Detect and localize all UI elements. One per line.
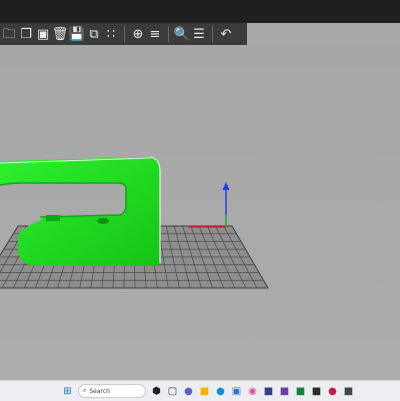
undo-button[interactable]: ↶ [218,25,234,43]
excel-taskbar-button[interactable]: ■ [294,385,307,398]
save-icon: 💾 [68,26,86,42]
taskbar-search[interactable]: ⌕ Search [78,384,146,398]
window-top-strip [0,0,400,23]
widgets-taskbar-button[interactable]: ⬢ [150,385,163,398]
zoom-icon: 🔍 [173,26,191,42]
3d-viewport[interactable] [0,45,400,380]
copy-icon: ❐ [20,26,32,42]
delete-button[interactable]: 🗑 [51,25,69,43]
app2-icon: ■ [311,385,322,397]
store-icon: ▣ [231,385,242,397]
open-project-button[interactable]: 🗀 [1,25,17,43]
layers-icon: ☰ [193,26,205,42]
file-explorer-taskbar-button[interactable]: ■ [198,385,211,398]
move-button[interactable]: ⊕ [130,25,146,43]
app-icon: ■ [263,385,274,397]
raspberry-icon: ● [328,385,337,397]
raspberry-taskbar-button[interactable]: ● [326,385,339,398]
taskbar-apps: ⬢ ▢ ● ■ ● ▣ ◉ ■ ■ ■ ■ ● ■ [150,385,355,398]
copy-button[interactable]: ❐ [18,25,34,43]
delete-icon: 🗑 [51,26,69,42]
slicer-icon: ■ [279,385,290,397]
open-project-icon: 🗀 [2,26,16,42]
slicer-taskbar-button[interactable]: ■ [278,385,291,398]
widgets-icon: ⬢ [152,385,161,397]
align-icon: ≡ [149,26,161,42]
start-button[interactable]: ⊞ [61,385,74,398]
save-button[interactable]: 💾 [69,25,85,43]
grid-button[interactable]: ∷ [103,25,119,43]
layers-button[interactable]: ☰ [191,25,207,43]
grid-icon: ∷ [106,26,116,42]
app-taskbar-button[interactable]: ■ [262,385,275,398]
task-view-icon: ▢ [167,385,178,397]
windows-start-icon: ⊞ [63,385,72,397]
search-placeholder: Search [89,387,110,395]
align-button[interactable]: ≡ [147,25,163,43]
chat-taskbar-button[interactable]: ● [182,385,195,398]
file-explorer-icon: ■ [199,385,210,397]
toolbar-separator [124,26,125,42]
app3-icon: ■ [343,385,354,397]
excel-icon: ■ [295,385,306,397]
toolbar-separator [212,26,213,42]
task-view-taskbar-button[interactable]: ▢ [166,385,179,398]
app2-taskbar-button[interactable]: ■ [310,385,323,398]
chat-icon: ● [184,385,193,397]
duplicate-icon: ⧉ [89,26,99,42]
search-icon: ⌕ [83,387,87,394]
edge-icon: ● [216,385,225,397]
zoom-button[interactable]: 🔍 [174,25,190,43]
store-taskbar-button[interactable]: ▣ [230,385,243,398]
photos-icon: ◉ [248,385,257,397]
scene-svg [0,156,269,289]
toolbar-separator [168,26,169,42]
green-model[interactable] [0,156,161,266]
photos-taskbar-button[interactable]: ◉ [246,385,259,398]
paste-button[interactable]: ▣ [35,25,51,43]
top-toolbar: 🗀 ❐ ▣ 🗑 💾 ⧉ ∷ ⊕ ≡ 🔍 ☰ ↶ [0,23,247,45]
windows-taskbar: ⊞ ⌕ Search ⬢ ▢ ● ■ ● ▣ ◉ ■ ■ ■ ■ ● ■ [0,380,400,401]
axis-gizmo [188,182,230,228]
edge-taskbar-button[interactable]: ● [214,385,227,398]
move-icon: ⊕ [132,26,144,42]
duplicate-button[interactable]: ⧉ [86,25,102,43]
app3-taskbar-button[interactable]: ■ [342,385,355,398]
undo-icon: ↶ [220,26,232,42]
paste-icon: ▣ [36,26,50,42]
